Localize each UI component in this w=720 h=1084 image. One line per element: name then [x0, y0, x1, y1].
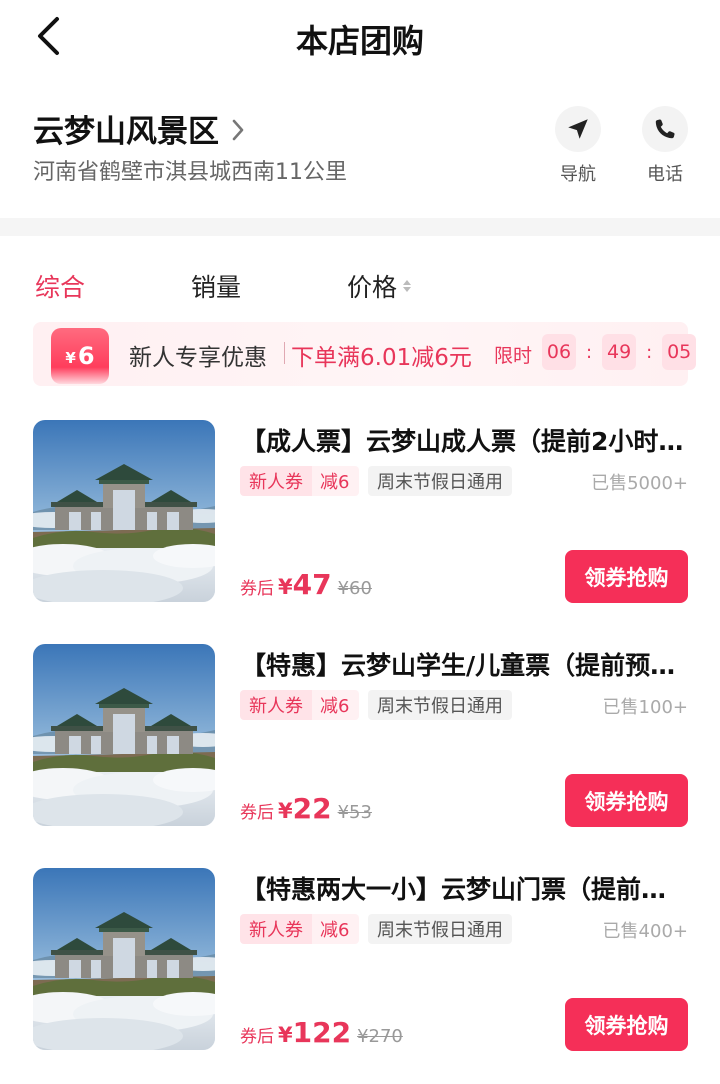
product-title[interactable]: 【特惠】云梦山学生/儿童票（提前预订） — [241, 646, 688, 682]
badge-amount: 6 — [77, 342, 95, 370]
product-title[interactable]: 【特惠两大一小】云梦山门票（提前预订） — [241, 870, 688, 906]
original-price: ¥53 — [337, 802, 372, 823]
weekend-tag: 周末节假日通用 — [368, 690, 512, 720]
tab-comprehensive[interactable]: 综合 — [35, 268, 85, 304]
sort-arrows-icon — [403, 280, 412, 292]
badge-currency: ¥ — [65, 349, 76, 367]
store-address: 河南省鹤壁市淇县城西南11公里 — [33, 160, 347, 185]
sold-count: 已售400+ — [602, 921, 688, 942]
sold-count: 已售5000+ — [591, 473, 688, 494]
tag-label: 新人券 — [240, 914, 312, 944]
countdown-hours: 06 — [542, 334, 576, 370]
store-name: 云梦山风景区 — [33, 114, 219, 150]
new-user-coupon-tag: 新人券 减6 — [240, 690, 360, 720]
sort-tabs: 综合 销量 价格 — [0, 262, 720, 310]
navigation-arrow-icon — [568, 119, 588, 139]
promo-rule: 下单满6.01减6元 — [291, 345, 472, 371]
store-name-link[interactable]: 云梦山风景区 — [33, 106, 245, 151]
promo-title: 新人专享优惠 — [129, 345, 267, 371]
claim-and-buy-button[interactable]: 领券抢购 — [565, 550, 688, 603]
product-title[interactable]: 【成人票】云梦山成人票（提前2小时预订） — [241, 422, 688, 458]
claim-and-buy-button[interactable]: 领券抢购 — [565, 998, 688, 1051]
tag-label: 新人券 — [240, 466, 312, 496]
price-value: 47 — [292, 568, 332, 601]
tag-discount: 减6 — [312, 466, 360, 496]
new-user-promo-banner[interactable]: ¥ 6 新人专享优惠 下单满6.01减6元 限时 06 : 49 : 05 — [33, 322, 697, 386]
phone-icon — [655, 119, 675, 139]
claim-and-buy-button[interactable]: 领券抢购 — [565, 774, 688, 827]
price: 券后 ¥ 122 ¥270 — [240, 1016, 403, 1049]
price-prefix: 券后 — [240, 579, 274, 599]
original-price: ¥270 — [357, 1026, 403, 1047]
price-value: 122 — [292, 1016, 352, 1049]
price-currency: ¥ — [278, 1023, 293, 1047]
original-price: ¥60 — [337, 578, 372, 599]
phone-label: 电话 — [647, 164, 683, 185]
limited-time-label: 限时 — [494, 345, 533, 367]
product-card[interactable]: 【特惠】云梦山学生/儿童票（提前预订） 新人券 减6 周末节假日通用 已售100… — [0, 644, 720, 844]
new-user-coupon-tag: 新人券 减6 — [240, 466, 360, 496]
store-info: 云梦山风景区 河南省鹤壁市淇县城西南11公里 导航 电话 — [0, 96, 720, 216]
navigation-button[interactable]: 导航 — [548, 106, 608, 186]
price-prefix: 券后 — [240, 803, 274, 823]
sold-count: 已售100+ — [602, 697, 688, 718]
new-user-coupon-tag: 新人券 减6 — [240, 914, 360, 944]
price-currency: ¥ — [278, 799, 293, 823]
coupon-badge: ¥ 6 — [51, 328, 109, 384]
tag-discount: 减6 — [312, 914, 360, 944]
navigation-label: 导航 — [560, 164, 596, 185]
countdown-minutes: 49 — [602, 334, 637, 370]
price-currency: ¥ — [278, 575, 293, 599]
weekend-tag: 周末节假日通用 — [368, 914, 512, 944]
product-image[interactable] — [33, 644, 215, 826]
page-title: 本店团购 — [295, 22, 424, 60]
colon: : — [586, 341, 593, 363]
colon: : — [646, 341, 653, 363]
tag-label: 新人券 — [240, 690, 312, 720]
product-card[interactable]: 【成人票】云梦山成人票（提前2小时预订） 新人券 减6 周末节假日通用 已售50… — [0, 420, 720, 620]
price: 券后 ¥ 22 ¥53 — [240, 792, 372, 825]
section-divider — [0, 218, 720, 236]
countdown-timer: 06 : 49 : 05 — [542, 334, 697, 370]
phone-button[interactable]: 电话 — [635, 106, 695, 186]
divider — [284, 342, 285, 364]
chevron-right-icon — [232, 119, 244, 140]
weekend-tag: 周末节假日通用 — [368, 466, 512, 496]
tab-label: 综合 — [35, 273, 86, 302]
product-image[interactable] — [33, 868, 215, 1050]
top-bar: 本店团购 — [0, 0, 720, 76]
price-prefix: 券后 — [240, 1027, 274, 1047]
tab-label: 价格 — [347, 273, 398, 302]
tab-label: 销量 — [191, 273, 242, 302]
tab-price[interactable]: 价格 — [347, 268, 412, 304]
tab-sales[interactable]: 销量 — [191, 268, 241, 304]
product-image[interactable] — [33, 420, 215, 602]
tag-discount: 减6 — [312, 690, 360, 720]
product-card[interactable]: 【特惠两大一小】云梦山门票（提前预订） 新人券 减6 周末节假日通用 已售400… — [0, 868, 720, 1068]
price: 券后 ¥ 47 ¥60 — [240, 568, 372, 601]
countdown-seconds: 05 — [662, 334, 697, 370]
price-value: 22 — [292, 792, 332, 825]
